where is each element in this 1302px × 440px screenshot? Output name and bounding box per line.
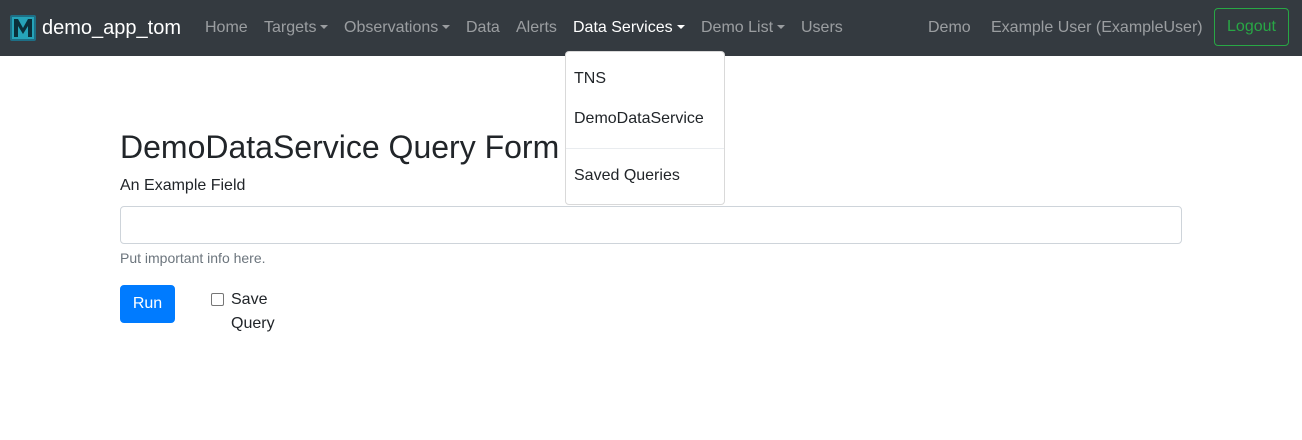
brand-name: demo_app_tom [42,17,181,39]
tom-logo-icon [10,15,36,41]
nav-demo-list-label: Demo List [701,19,774,36]
example-field-label: An Example Field [120,177,246,194]
nav-data-services-label: Data Services [573,19,673,36]
example-field-help-text: Put important info here. [120,250,266,266]
dropdown-item-demodataservice[interactable]: DemoDataService [574,110,704,128]
nav-home[interactable]: Home [205,0,248,56]
chevron-down-icon [777,25,786,29]
nav-data-services[interactable]: Data Services [573,0,685,56]
run-button[interactable]: Run [120,285,175,323]
brand[interactable]: demo_app_tom [10,15,181,41]
nav-demo-list[interactable]: Demo List [701,0,786,56]
save-query-label[interactable]: Save Query [231,288,281,336]
chevron-down-icon [676,25,685,29]
nav-targets-label: Targets [264,19,317,36]
nav-user-profile[interactable]: Example User (ExampleUser) [991,0,1203,56]
dropdown-item-saved-queries[interactable]: Saved Queries [574,167,680,185]
chevron-down-icon [320,25,329,29]
data-services-dropdown-menu: TNS DemoDataService Saved Queries [565,51,725,205]
nav-demo[interactable]: Demo [928,0,971,56]
logout-button[interactable]: Logout [1214,8,1289,46]
nav-targets[interactable]: Targets [264,0,329,56]
nav-alerts[interactable]: Alerts [516,0,557,56]
dropdown-divider [566,148,724,149]
example-field-input[interactable] [120,206,1182,244]
dropdown-item-tns[interactable]: TNS [574,70,606,88]
top-navbar: demo_app_tom Home Targets Observations D… [0,0,1302,56]
chevron-down-icon [442,25,451,29]
nav-observations-label: Observations [344,19,439,36]
nav-data[interactable]: Data [466,0,500,56]
save-query-checkbox[interactable] [211,293,224,306]
page-title: DemoDataService Query Form [120,129,560,165]
nav-observations[interactable]: Observations [344,0,451,56]
nav-users[interactable]: Users [801,0,843,56]
